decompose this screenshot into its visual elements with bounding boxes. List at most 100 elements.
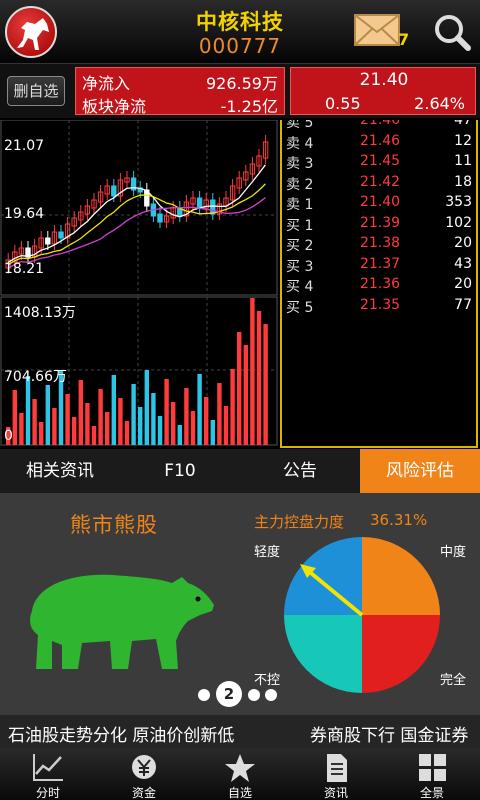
- info-tabs: 相关资讯 F10 公告 风险评估: [0, 449, 480, 493]
- order-volume: 43: [454, 255, 472, 272]
- sector-flow-row: 板块净流 -1.25亿: [82, 93, 278, 116]
- nav-overview[interactable]: 全景: [384, 748, 480, 800]
- nav-label: 分时: [35, 786, 60, 800]
- volume-bar: [45, 385, 50, 445]
- candle: [58, 231, 64, 239]
- pie-label-medium: 中度: [440, 545, 467, 560]
- candle: [157, 213, 163, 223]
- volume-bar: [124, 421, 130, 445]
- risk-panel: 熊市熊股 主力控盘力度 36.31% 轻度 中度 不控 完全 2: [0, 493, 480, 715]
- search-icon[interactable]: [432, 10, 472, 54]
- order-volume: 11: [454, 153, 472, 169]
- news-item[interactable]: 石油股走势分化 原油价创新低: [8, 721, 234, 746]
- order-book-row: 买 1 21.39 102: [282, 215, 476, 235]
- nav-funds[interactable]: 资金: [96, 748, 192, 800]
- order-price: 21.45: [360, 153, 401, 169]
- volume-bar: [98, 389, 103, 445]
- volume-bar: [217, 383, 222, 445]
- document-icon: [327, 754, 347, 782]
- net-inflow-label: 净流入: [82, 74, 131, 93]
- order-book: 卖 5 21.46 47 卖 4 21.46 12 卖 3 21.45 11 卖 2 21.42 18…: [280, 120, 478, 448]
- volume-bar: [118, 398, 123, 445]
- page-indicator[interactable]: 2: [0, 681, 480, 707]
- volume-bar: [164, 379, 169, 445]
- order-side: 买 1: [286, 217, 314, 234]
- volume-bar: [171, 402, 176, 445]
- news-item[interactable]: 券商股下行 国金证券: [310, 721, 468, 746]
- order-volume: 18: [454, 173, 472, 190]
- nav-label: 资讯: [323, 786, 348, 800]
- order-book-row: 买 2 21.38 20: [282, 235, 476, 255]
- news-ticker[interactable]: 石油股走势分化 原油价创新低 券商股下行 国金证券: [0, 715, 480, 748]
- volume-bar: [190, 411, 196, 445]
- volume-bar: [210, 420, 215, 445]
- volume-bar: [52, 408, 57, 445]
- nav-watchlist[interactable]: 自选: [192, 748, 288, 800]
- bear-icon: [30, 574, 214, 669]
- order-price: 21.39: [360, 214, 401, 231]
- order-price: 21.46: [360, 132, 401, 149]
- mail-icon[interactable]: [354, 12, 404, 48]
- order-book-row: 卖 4 21.46 12: [282, 133, 476, 153]
- price-label-mid: 19.64: [4, 206, 45, 222]
- nav-label: 资金: [131, 786, 156, 800]
- volume-bar: [32, 399, 37, 445]
- page-dot[interactable]: [265, 689, 277, 701]
- page-dot-current[interactable]: 2: [216, 681, 242, 707]
- order-book-row: 买 3 21.37 43: [282, 256, 476, 276]
- tab-f10[interactable]: F10: [120, 449, 240, 493]
- kline-chart[interactable]: [0, 120, 278, 448]
- volume-bar: [72, 417, 77, 445]
- tab-announcements[interactable]: 公告: [240, 449, 360, 493]
- volume-bar: [111, 375, 116, 445]
- control-strength-value: 36.31%: [370, 511, 428, 529]
- volume-bar: [230, 369, 235, 445]
- nav-news[interactable]: 资讯: [288, 748, 384, 800]
- volume-label-max: 1408.13万: [4, 305, 76, 321]
- nav-label: 自选: [227, 786, 252, 800]
- bottom-nav: 分时 资金 自选 资讯 全景: [0, 748, 480, 800]
- page-dot[interactable]: [248, 689, 260, 701]
- volume-label-mid: 704.66万: [4, 369, 67, 385]
- kline-chart-panel[interactable]: 21.07 19.64 18.21 1408.13万 704.66万 0: [0, 120, 278, 448]
- order-price: 21.40: [360, 194, 401, 210]
- grid-icon: [419, 754, 446, 781]
- volume-bar: [91, 426, 97, 445]
- volume-bar: [177, 425, 182, 445]
- volume-bar: [19, 413, 24, 445]
- sector-flow-label: 板块净流: [82, 97, 147, 116]
- current-price: 21.40: [359, 70, 409, 90]
- volume-label-zero: 0: [4, 428, 13, 444]
- volume-bar: [138, 407, 143, 445]
- order-side: 买 2: [286, 238, 314, 254]
- volume-bar: [250, 298, 255, 445]
- volume-bar: [256, 311, 262, 445]
- volume-bar: [131, 384, 136, 445]
- order-volume: 12: [454, 132, 472, 149]
- order-book-row: 买 5 21.35 77: [282, 297, 476, 317]
- order-side: 买 4: [286, 279, 314, 295]
- pie-label-light: 轻度: [254, 545, 281, 560]
- order-volume: 77: [454, 296, 472, 313]
- tab-related-news[interactable]: 相关资讯: [0, 449, 120, 493]
- nav-intraday[interactable]: 分时: [0, 748, 96, 800]
- fund-flow-box: 净流入 926.59万 板块净流 -1.25亿: [75, 67, 285, 116]
- moving-average-line: [7, 183, 266, 266]
- remove-watchlist-button[interactable]: 删自选: [7, 76, 65, 106]
- volume-bar: [151, 393, 156, 445]
- order-book-row: 买 4 21.36 20: [282, 276, 476, 296]
- order-price: 21.46: [360, 120, 401, 128]
- yen-coin-icon: [132, 755, 156, 779]
- volume-bar: [25, 376, 31, 445]
- volume-bar: [12, 390, 17, 445]
- order-price: 21.36: [360, 276, 401, 292]
- order-volume: 20: [454, 276, 472, 292]
- order-side: 卖 4: [286, 135, 314, 152]
- tab-risk-assessment[interactable]: 风险评估: [360, 449, 480, 493]
- order-volume: 20: [454, 235, 472, 251]
- volume-bar: [237, 332, 242, 445]
- control-pie-chart: [284, 537, 440, 693]
- page-dot[interactable]: [198, 689, 210, 701]
- candle: [45, 237, 51, 245]
- net-inflow-row: 净流入 926.59万: [82, 70, 278, 93]
